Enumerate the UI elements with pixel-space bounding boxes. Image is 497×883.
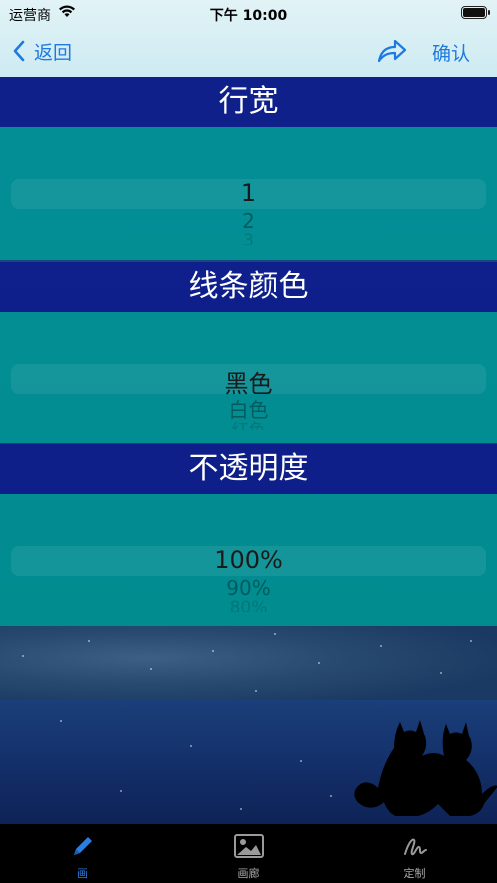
confirm-button[interactable]: 确认	[432, 39, 470, 66]
tab-customize-label: 定制	[403, 867, 426, 880]
chevron-left-icon	[13, 40, 25, 62]
pencil-icon	[73, 837, 92, 855]
clock: 下午 10:00	[209, 8, 288, 24]
back-button[interactable]: 返回	[12, 38, 72, 64]
picker-option-selected[interactable]: 100%	[0, 546, 497, 574]
picker-option[interactable]: 90%	[0, 576, 497, 600]
navigation-bar: 返回 确认	[0, 30, 497, 74]
picker-option[interactable]: 红色	[0, 416, 497, 430]
share-arrow-icon[interactable]	[376, 37, 408, 65]
line-color-picker[interactable]: 黑色 白色 红色	[0, 312, 497, 443]
tab-draw-label: 画	[77, 867, 88, 880]
tab-gallery[interactable]: 画廊	[166, 824, 331, 883]
line-width-header: 行宽	[0, 77, 497, 127]
opacity-header: 不透明度	[0, 444, 497, 494]
top-bar: 运营商 下午 10:00 返回 确认	[0, 0, 497, 77]
picker-option[interactable]: 80%	[0, 598, 497, 612]
tab-gallery-label: 画廊	[237, 867, 260, 880]
tab-draw[interactable]: 画	[0, 824, 165, 883]
tab-bar: 画 画廊 定制	[0, 824, 497, 883]
signature-icon	[403, 838, 427, 856]
back-button-label: 返回	[34, 41, 73, 64]
battery-icon	[461, 6, 490, 19]
cats-silhouette-illustration	[354, 720, 497, 816]
status-bar: 运营商 下午 10:00	[0, 0, 497, 26]
picker-option[interactable]: 2	[0, 209, 497, 233]
tab-customize[interactable]: 定制	[332, 824, 497, 883]
line-color-header: 线条颜色	[0, 262, 497, 312]
image-icon	[233, 834, 264, 858]
opacity-picker[interactable]: 100% 90% 80%	[0, 494, 497, 626]
picker-option[interactable]: 3	[0, 231, 497, 245]
line-width-picker[interactable]: 1 2 3	[0, 127, 497, 260]
picker-option-selected[interactable]: 1	[0, 179, 497, 207]
background-forest	[0, 626, 497, 706]
